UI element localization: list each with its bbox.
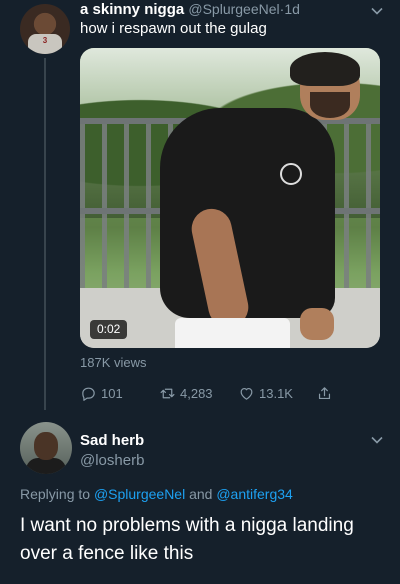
mention-link[interactable]: @antiferg34	[216, 486, 292, 502]
reply-tweet: Sad herb @losherb Replying to @SplurgeeN…	[0, 415, 400, 584]
replying-to-label: Replying to	[20, 486, 91, 502]
person-beard	[310, 92, 350, 118]
like-button[interactable]: 13.1K	[238, 383, 293, 403]
reply-display-name[interactable]: Sad herb	[80, 432, 144, 449]
share-button[interactable]	[316, 383, 333, 403]
reply-user-handle[interactable]: @losherb	[80, 452, 144, 469]
video-player[interactable]: 0:02	[80, 48, 380, 348]
chevron-down-icon[interactable]	[370, 433, 384, 447]
view-count: 187K views	[80, 355, 147, 370]
replying-to-line: Replying to @SplurgeeNel and @antiferg34	[20, 486, 293, 502]
retweet-icon	[160, 388, 175, 398]
mention-link[interactable]: @SplurgeeNel	[94, 486, 185, 502]
share-icon	[318, 386, 331, 399]
like-count: 13.1K	[259, 385, 293, 401]
original-tweet: 3 a skinny nigga @SplurgeeNel·1d how i r…	[0, 0, 400, 415]
reply-count: 101	[101, 385, 123, 401]
display-name[interactable]: a skinny nigga	[80, 1, 184, 18]
video-person	[150, 52, 380, 348]
tweet-actions: 101 4,283 13.1K	[80, 383, 380, 403]
tweet-text: how i respawn out the gulag	[80, 20, 267, 37]
avatar-face	[34, 432, 58, 460]
avatar-jersey-number: 3	[42, 36, 48, 45]
person-shorts	[175, 318, 290, 348]
video-duration-badge: 0:02	[90, 320, 128, 339]
avatar-jersey: 3	[28, 34, 62, 54]
person-hair	[290, 52, 360, 86]
shirt-logo	[280, 163, 302, 185]
user-handle[interactable]: @SplurgeeNel	[188, 1, 279, 17]
reply-avatar[interactable]	[20, 422, 72, 474]
retweet-count: 4,283	[180, 385, 213, 401]
chevron-down-icon[interactable]	[370, 4, 384, 18]
retweet-button[interactable]: 4,283	[159, 383, 213, 403]
avatar-body	[26, 458, 66, 474]
person-fist	[300, 308, 334, 340]
replying-and: and	[189, 486, 213, 502]
thread-line	[44, 58, 46, 410]
avatar[interactable]: 3	[20, 4, 70, 54]
reply-button[interactable]: 101	[80, 383, 123, 403]
tweet-time[interactable]: 1d	[284, 1, 300, 17]
tweet-header: a skinny nigga @SplurgeeNel·1d	[80, 1, 300, 18]
reply-text: I want no problems with a nigga landing …	[20, 515, 354, 564]
like-icon	[240, 387, 253, 400]
reply-icon	[82, 387, 95, 401]
person-shirt	[160, 108, 335, 318]
